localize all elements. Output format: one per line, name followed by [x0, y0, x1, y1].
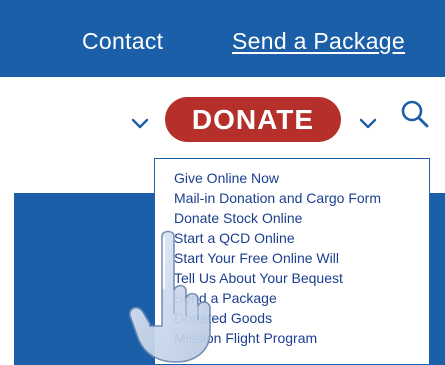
chevron-down-icon[interactable] [131, 118, 149, 130]
main-nav: DONATE [0, 77, 445, 159]
contact-link[interactable]: Contact [82, 28, 163, 55]
top-bar: Contact Send a Package [0, 0, 445, 77]
send-package-link[interactable]: Send a Package [232, 28, 405, 55]
donate-button[interactable]: DONATE [165, 97, 341, 142]
menu-item-mail-in-donation[interactable]: Mail-in Donation and Cargo Form [174, 188, 429, 208]
menu-item-give-online-now[interactable]: Give Online Now [174, 168, 429, 188]
pointing-hand-icon [128, 230, 211, 363]
menu-item-donate-stock[interactable]: Donate Stock Online [174, 208, 429, 228]
donate-button-label: DONATE [191, 103, 315, 135]
chevron-down-icon[interactable] [359, 118, 377, 130]
search-icon[interactable] [400, 99, 430, 129]
page: Contact Send a Package DONATE Give Onlin… [0, 0, 445, 365]
